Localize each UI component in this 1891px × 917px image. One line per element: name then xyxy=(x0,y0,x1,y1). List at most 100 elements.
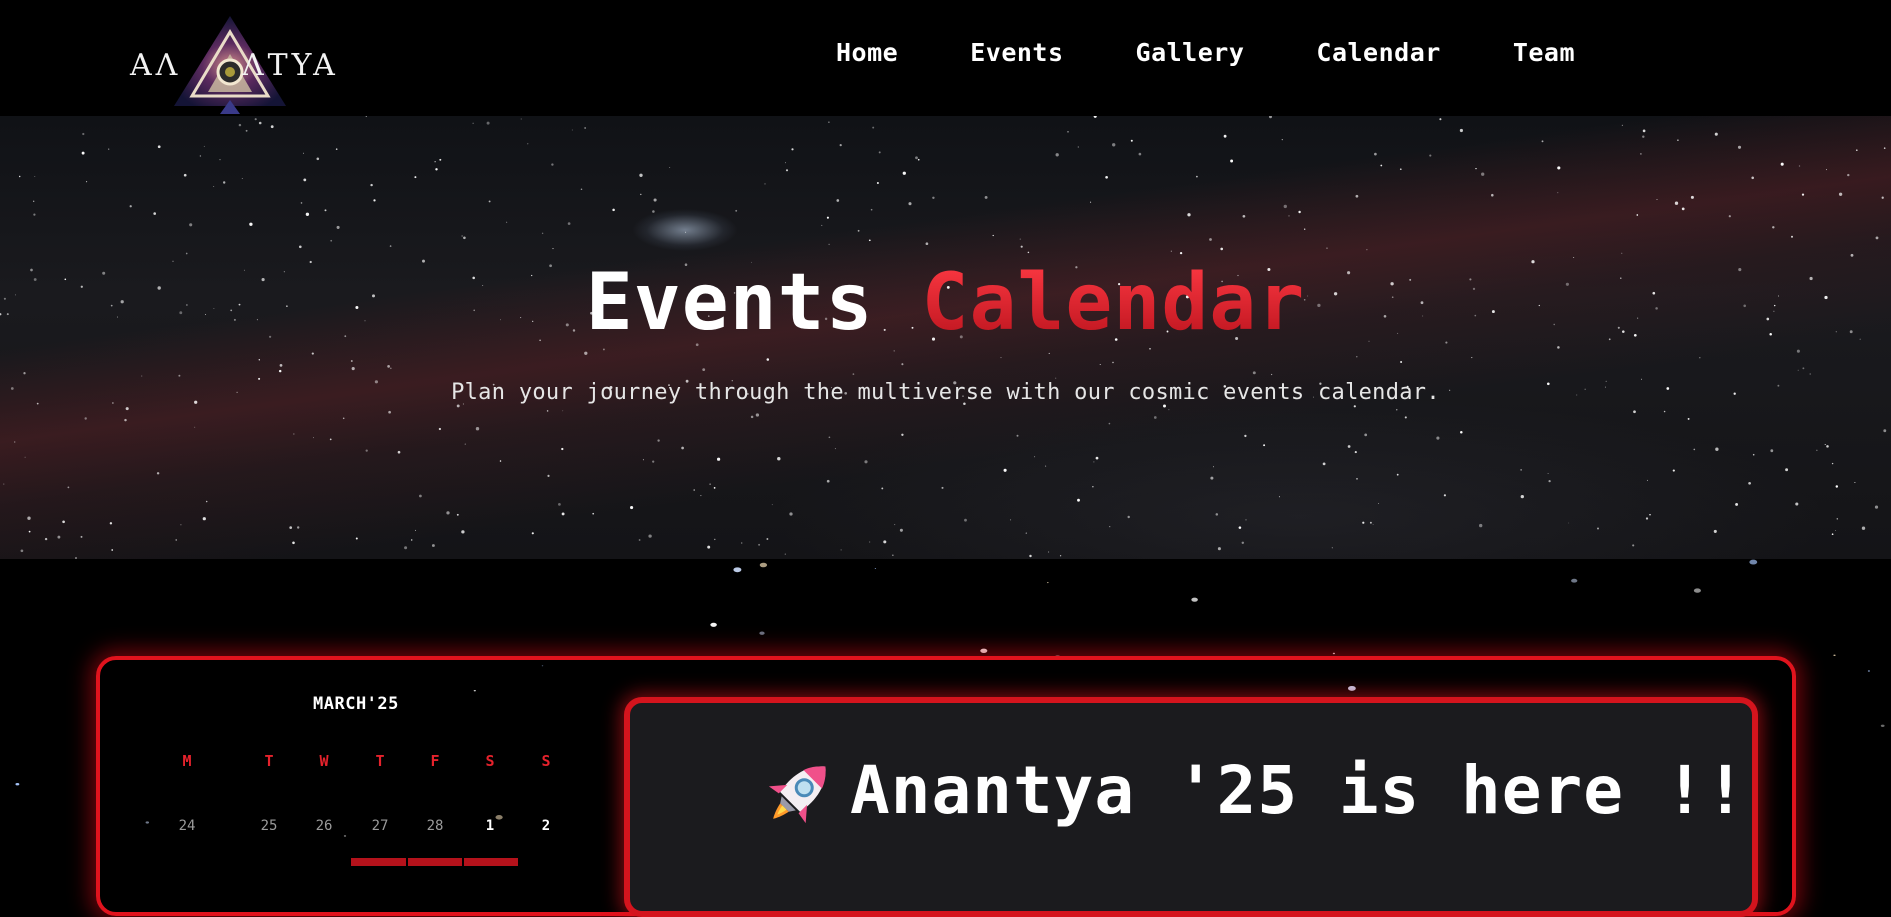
star xyxy=(3,483,5,485)
star xyxy=(404,546,408,550)
star xyxy=(874,567,877,569)
star xyxy=(1874,505,1879,509)
star xyxy=(1481,172,1485,176)
star xyxy=(1252,371,1256,375)
star xyxy=(1059,555,1062,557)
star xyxy=(1245,519,1247,521)
star xyxy=(241,177,243,180)
star xyxy=(1531,260,1535,264)
star xyxy=(157,145,161,149)
star xyxy=(18,175,21,178)
star xyxy=(312,437,314,439)
star xyxy=(840,549,842,551)
star xyxy=(1833,654,1836,657)
star xyxy=(1796,349,1800,353)
star xyxy=(571,129,573,131)
star xyxy=(894,524,896,526)
star xyxy=(422,259,425,263)
star xyxy=(709,483,711,485)
star xyxy=(901,433,904,436)
star xyxy=(700,495,702,497)
star xyxy=(531,532,534,535)
star xyxy=(238,123,242,127)
star xyxy=(1809,373,1811,375)
star xyxy=(584,127,586,129)
star xyxy=(1824,444,1826,445)
star xyxy=(1573,257,1575,258)
star xyxy=(373,199,376,202)
star xyxy=(1355,194,1359,198)
star xyxy=(472,122,474,124)
star xyxy=(1090,201,1092,203)
star xyxy=(653,198,657,202)
star xyxy=(669,166,671,168)
star xyxy=(915,156,918,160)
top-navbar: AΛ ΛTYA Home Events Gallery Calendar Tea… xyxy=(0,0,1891,116)
star xyxy=(1715,447,1719,451)
calendar-day[interactable]: 1 xyxy=(475,818,505,834)
star xyxy=(864,460,868,464)
star xyxy=(1020,245,1023,248)
star xyxy=(964,518,967,522)
star xyxy=(638,539,641,541)
star xyxy=(1633,410,1636,414)
calendar-day[interactable]: 24 xyxy=(172,818,202,834)
star xyxy=(80,535,83,538)
star xyxy=(336,225,340,229)
star xyxy=(785,169,789,172)
nav-calendar[interactable]: Calendar xyxy=(1316,38,1440,67)
star xyxy=(213,185,215,187)
calendar-day[interactable]: 2 xyxy=(531,818,561,834)
calendar-day[interactable]: 25 xyxy=(254,818,284,834)
star xyxy=(836,199,840,202)
nav-events[interactable]: Events xyxy=(970,38,1063,67)
star xyxy=(293,433,295,435)
calendar-day[interactable]: 26 xyxy=(309,818,339,834)
rocket-icon xyxy=(768,766,826,824)
star xyxy=(1646,479,1648,481)
star xyxy=(917,158,920,161)
star xyxy=(387,365,390,368)
star xyxy=(316,157,320,161)
star xyxy=(826,216,829,219)
nav-home[interactable]: Home xyxy=(836,38,898,67)
star xyxy=(1000,357,1002,359)
star xyxy=(1356,478,1358,480)
calendar-day[interactable]: 28 xyxy=(420,818,450,834)
star xyxy=(1369,521,1372,524)
star xyxy=(1210,476,1214,480)
star xyxy=(1636,214,1639,216)
title-white-part: Events xyxy=(585,258,874,348)
star xyxy=(1713,529,1717,533)
star xyxy=(652,460,655,463)
star xyxy=(872,126,875,129)
star xyxy=(1326,247,1328,249)
site-logo[interactable]: AΛ ΛTYA xyxy=(130,14,335,114)
calendar-day[interactable]: 27 xyxy=(365,818,395,834)
star xyxy=(153,212,156,215)
star xyxy=(300,202,303,204)
star xyxy=(1880,724,1885,727)
nav-gallery[interactable]: Gallery xyxy=(1136,38,1245,67)
star xyxy=(1244,434,1247,438)
star xyxy=(1055,153,1059,157)
star xyxy=(789,512,793,516)
nav-team[interactable]: Team xyxy=(1513,38,1575,67)
star xyxy=(33,213,36,216)
star xyxy=(1029,554,1032,558)
calendar-event-cell[interactable] xyxy=(464,858,518,866)
star xyxy=(1269,116,1272,119)
star xyxy=(1597,527,1599,530)
star xyxy=(86,181,88,183)
star xyxy=(1883,147,1886,149)
star xyxy=(1663,410,1666,413)
star xyxy=(1396,473,1399,476)
star xyxy=(702,368,706,372)
star xyxy=(1112,143,1116,147)
star xyxy=(499,460,502,462)
star xyxy=(764,183,766,185)
calendar-event-cell[interactable] xyxy=(351,858,406,866)
nav-links: Home Events Gallery Calendar Team xyxy=(836,38,1575,67)
star xyxy=(1835,529,1837,531)
calendar-event-cell[interactable] xyxy=(408,858,462,866)
